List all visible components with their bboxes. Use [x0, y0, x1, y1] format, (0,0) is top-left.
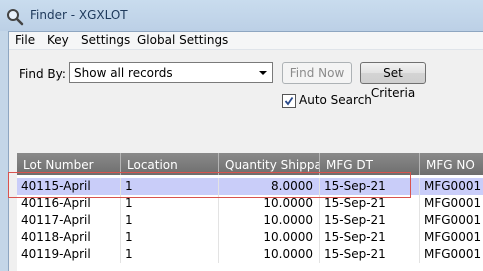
cell-mfg-no: MFG0001	[420, 246, 483, 263]
chevron-down-icon	[259, 71, 267, 75]
cell-quantity: 10.0000	[219, 195, 320, 212]
find-by-selected-value: Show all records	[74, 66, 173, 80]
set-criteria-button[interactable]: Set Criteria	[360, 62, 426, 100]
cell-location: 1	[121, 229, 219, 246]
column-header-mfg-no[interactable]: MFG NO	[420, 153, 483, 175]
cell-mfg-no: MFG0001	[420, 178, 483, 195]
cell-lot-number: 40118-April	[17, 229, 121, 246]
cell-location: 1	[121, 195, 219, 212]
cell-mfg-no: MFG0001	[420, 212, 483, 229]
cell-mfg-no: MFG0001	[420, 229, 483, 246]
title-bar[interactable]: Finder - XGXLOT	[0, 0, 483, 31]
find-now-button[interactable]: Find Now	[282, 62, 352, 84]
table-row[interactable]: 40118-April 1 10.0000 15-Sep-21 MFG0001	[17, 229, 483, 246]
menu-key[interactable]: Key	[47, 33, 69, 47]
find-by-label: Find By:	[19, 67, 66, 81]
cell-quantity: 8.0000	[219, 178, 320, 195]
column-header-quantity-shippable[interactable]: Quantity Shippa…	[219, 153, 320, 175]
cell-location: 1	[121, 178, 219, 195]
cell-mfg-no: MFG0001	[420, 195, 483, 212]
magnifier-icon	[7, 9, 24, 26]
cell-mfg-dt: 15-Sep-21	[320, 212, 420, 229]
menu-bar: File Key Settings Global Settings	[9, 32, 483, 50]
cell-lot-number: 40115-April	[17, 178, 121, 195]
cell-lot-number: 40117-April	[17, 212, 121, 229]
table-row[interactable]: 40115-April 1 8.0000 15-Sep-21 MFG0001	[17, 178, 483, 195]
table-row[interactable]: 40117-April 1 10.0000 15-Sep-21 MFG0001	[17, 212, 483, 229]
column-header-location[interactable]: Location	[121, 153, 219, 175]
cell-lot-number: 40116-April	[17, 195, 121, 212]
auto-search-checkbox[interactable]	[282, 94, 296, 108]
table-row[interactable]: 40116-April 1 10.0000 15-Sep-21 MFG0001	[17, 195, 483, 212]
auto-search-label: Auto Search	[299, 93, 372, 107]
cell-location: 1	[121, 246, 219, 263]
grid-header: Lot Number Location Quantity Shippa… MFG…	[17, 153, 483, 175]
cell-quantity: 10.0000	[219, 212, 320, 229]
menu-global-settings[interactable]: Global Settings	[137, 33, 228, 47]
cell-quantity: 10.0000	[219, 229, 320, 246]
find-by-dropdown[interactable]: Show all records	[69, 62, 273, 83]
results-grid[interactable]: Lot Number Location Quantity Shippa… MFG…	[17, 153, 483, 271]
cell-mfg-dt: 15-Sep-21	[320, 246, 420, 263]
cell-location: 1	[121, 212, 219, 229]
cell-mfg-dt: 15-Sep-21	[320, 195, 420, 212]
column-header-lot-number[interactable]: Lot Number	[17, 153, 121, 175]
column-header-mfg-dt[interactable]: MFG DT	[320, 153, 420, 175]
cell-lot-number: 40119-April	[17, 246, 121, 263]
cell-mfg-dt: 15-Sep-21	[320, 178, 420, 195]
cell-quantity: 10.0000	[219, 246, 320, 263]
window-title: Finder - XGXLOT	[30, 8, 128, 22]
checkmark-icon	[284, 96, 294, 106]
menu-settings[interactable]: Settings	[81, 33, 130, 47]
cell-mfg-dt: 15-Sep-21	[320, 229, 420, 246]
table-row[interactable]: 40119-April 1 10.0000 15-Sep-21 MFG0001	[17, 246, 483, 263]
finder-client-area: File Key Settings Global Settings Find B…	[8, 31, 483, 271]
menu-file[interactable]: File	[15, 33, 35, 47]
